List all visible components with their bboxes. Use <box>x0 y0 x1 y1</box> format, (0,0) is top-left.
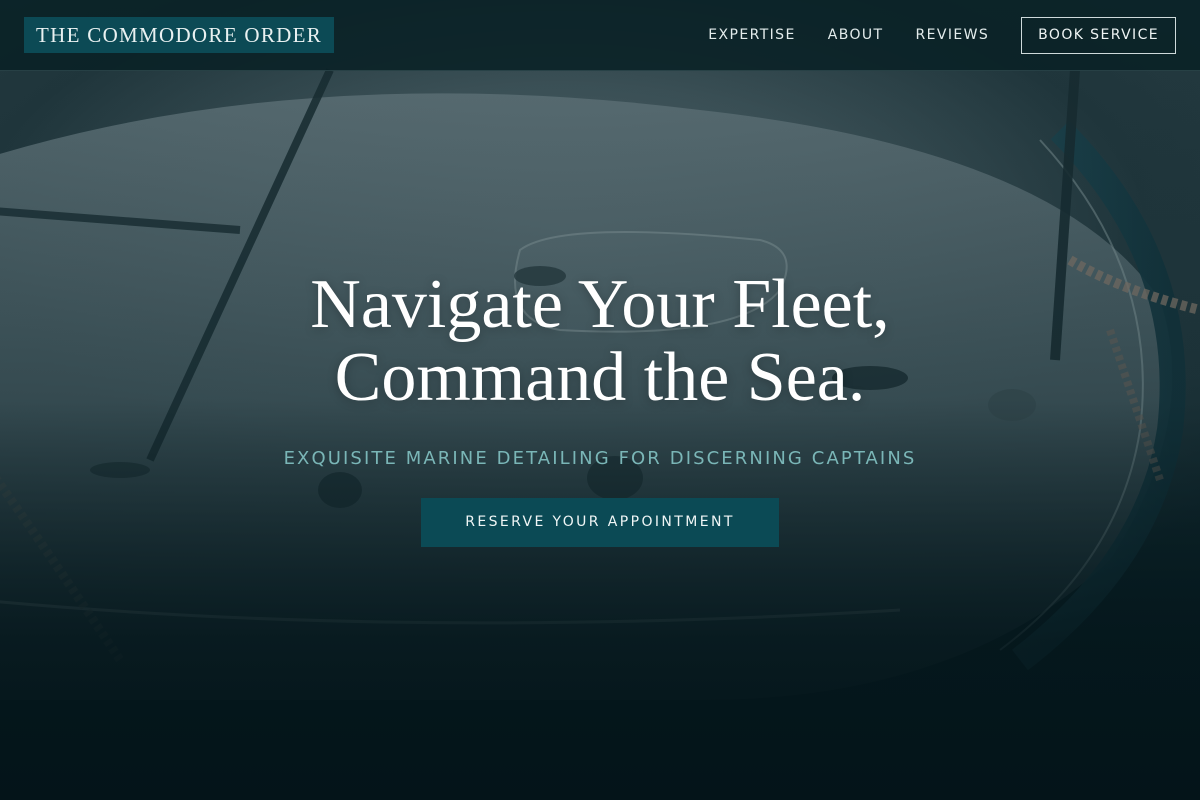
brand-logo[interactable]: THE COMMODORE ORDER <box>24 17 335 53</box>
nav-link-about[interactable]: ABOUT <box>828 27 884 43</box>
hero-title-line-1: Navigate Your Fleet, <box>310 266 890 343</box>
main-nav: EXPERTISE ABOUT REVIEWS BOOK SERVICE <box>708 0 1176 70</box>
hero-content: Navigate Your Fleet, Command the Sea. EX… <box>0 268 1200 547</box>
reserve-appointment-button[interactable]: RESERVE YOUR APPOINTMENT <box>421 498 779 547</box>
hero-section: THE COMMODORE ORDER EXPERTISE ABOUT REVI… <box>0 0 1200 800</box>
nav-link-reviews[interactable]: REVIEWS <box>915 27 989 43</box>
hero-subtitle: EXQUISITE MARINE DETAILING FOR DISCERNIN… <box>283 448 917 469</box>
hero-title: Navigate Your Fleet, Command the Sea. <box>0 268 1200 414</box>
site-header: THE COMMODORE ORDER EXPERTISE ABOUT REVI… <box>0 0 1200 71</box>
book-service-button[interactable]: BOOK SERVICE <box>1021 16 1176 54</box>
hero-title-line-2: Command the Sea. <box>334 339 866 416</box>
nav-link-expertise[interactable]: EXPERTISE <box>708 27 795 43</box>
